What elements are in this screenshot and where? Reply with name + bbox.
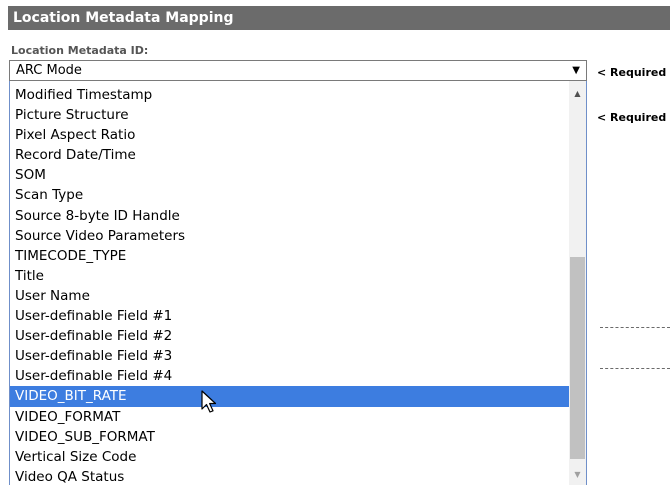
scroll-down-icon[interactable]: ▼: [569, 466, 586, 483]
mouse-pointer-icon: [201, 390, 217, 413]
dropdown-option[interactable]: User Name: [10, 286, 569, 306]
location-metadata-id-select[interactable]: ARC Mode ▼: [9, 60, 587, 81]
dropdown-options: Modified Timestamp Picture Structure Pixel…: [10, 85, 569, 485]
dropdown-option[interactable]: Modified Timestamp: [10, 85, 569, 105]
dropdown-arrow-icon[interactable]: ▼: [572, 63, 580, 79]
dropdown-option[interactable]: User-definable Field #3: [10, 346, 569, 366]
dropdown-list[interactable]: Modified Timestamp Picture Structure Pixel…: [9, 81, 587, 485]
dropdown-option[interactable]: VIDEO_SUB_FORMAT: [10, 427, 569, 447]
location-metadata-id-label: Location Metadata ID:: [11, 44, 149, 57]
dropdown-option[interactable]: Scan Type: [10, 185, 569, 205]
required-note: < Required: [597, 66, 667, 79]
dropdown-option[interactable]: User-definable Field #4: [10, 366, 569, 386]
scroll-up-icon[interactable]: ▲: [569, 85, 586, 102]
required-note: < Required: [597, 111, 667, 124]
scroll-thumb[interactable]: [570, 257, 585, 459]
dropdown-option[interactable]: Vertical Size Code: [10, 447, 569, 467]
dropdown-option[interactable]: Record Date/Time: [10, 145, 569, 165]
dropdown-option[interactable]: Picture Structure: [10, 105, 569, 125]
dashed-divider: [600, 327, 670, 328]
dropdown-option[interactable]: VIDEO_FORMAT: [10, 407, 569, 427]
dropdown-option[interactable]: Source 8-byte ID Handle: [10, 206, 569, 226]
section-title: Location Metadata Mapping: [13, 10, 234, 26]
dropdown-option[interactable]: VIDEO_BIT_RATE: [10, 386, 569, 407]
dropdown-option[interactable]: User-definable Field #2: [10, 326, 569, 346]
dropdown-option[interactable]: Video QA Status: [10, 467, 569, 485]
dropdown-option[interactable]: User-definable Field #1: [10, 306, 569, 326]
dropdown-option[interactable]: SOM: [10, 165, 569, 185]
dropdown-option[interactable]: TIMECODE_TYPE: [10, 246, 569, 266]
dropdown-option[interactable]: Title: [10, 266, 569, 286]
selected-value: ARC Mode: [16, 63, 82, 78]
dropdown-scrollbar[interactable]: ▲ ▼: [569, 81, 586, 485]
dropdown-option[interactable]: Pixel Aspect Ratio: [10, 125, 569, 145]
dropdown-option[interactable]: Source Video Parameters: [10, 226, 569, 246]
dashed-divider: [600, 368, 670, 369]
